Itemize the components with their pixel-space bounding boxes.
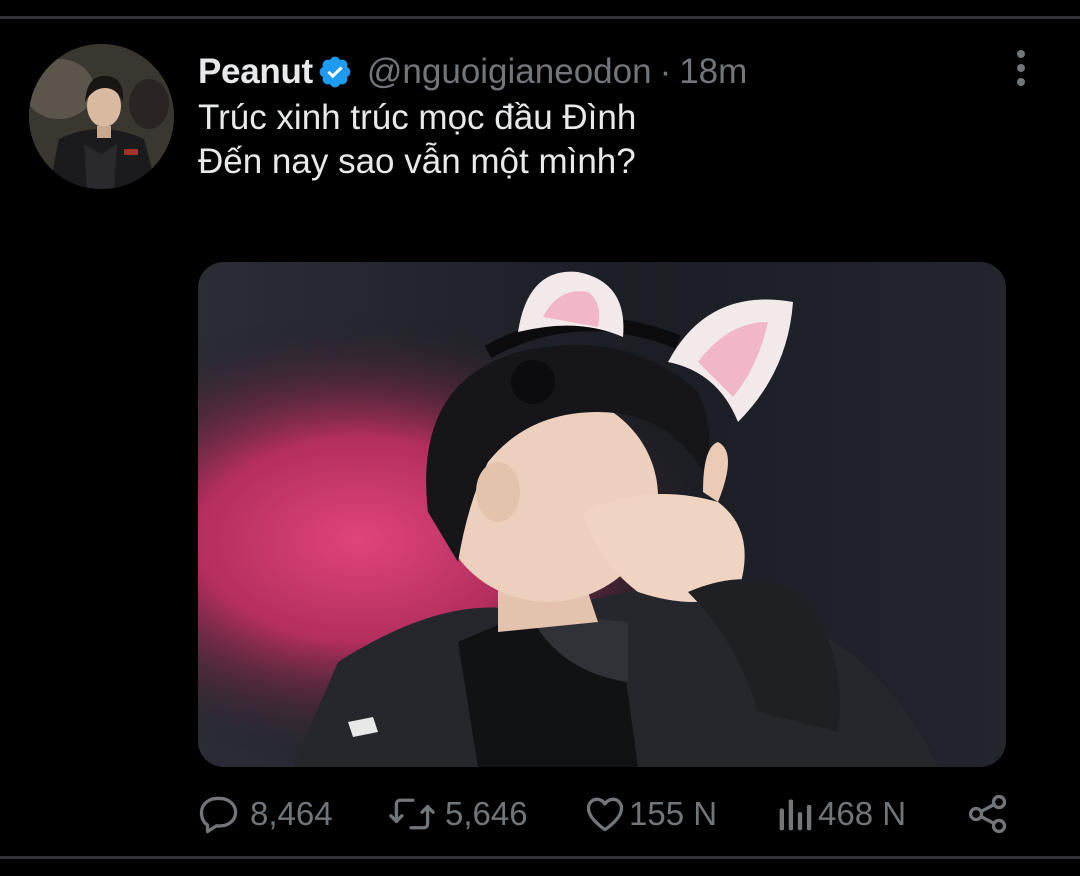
views-button[interactable]: 468 N (776, 788, 906, 840)
reply-button[interactable]: 8,464 (198, 788, 333, 840)
tweet-text-line: Trúc xinh trúc mọc đầu Đình (198, 98, 637, 137)
reply-count: 8,464 (250, 795, 333, 832)
more-dot (1017, 64, 1025, 72)
retweet-count: 5,646 (445, 795, 528, 832)
media-photo (198, 262, 1006, 767)
user-handle[interactable]: @nguoigianeodon (367, 52, 652, 92)
views-count: 468 N (818, 795, 907, 832)
verified-badge-icon (317, 54, 353, 90)
tweet-header: Peanut @nguoigianeodon · 18m (198, 50, 747, 94)
timestamp[interactable]: 18m (679, 52, 747, 92)
like-count: 155 N (629, 795, 718, 832)
top-divider (0, 16, 1080, 19)
separator-dot: · (659, 52, 672, 91)
heart-icon (586, 797, 624, 832)
share-icon (968, 794, 1007, 834)
tweet-actions: 8,464 5,646 155 N 468 N (198, 788, 1018, 840)
tweet-media-image[interactable] (198, 262, 1006, 767)
more-options-icon[interactable] (1008, 50, 1034, 86)
tweet-text: Trúc xinh trúc mọc đầu Đình Đến nay sao … (198, 96, 1018, 184)
share-button[interactable] (966, 788, 1010, 840)
more-dot (1017, 50, 1025, 58)
retweet-icon (389, 798, 435, 830)
display-name[interactable]: Peanut (198, 52, 313, 92)
avatar[interactable] (29, 44, 174, 189)
more-dot (1017, 78, 1025, 86)
tweet-text-line: Đến nay sao vẫn một mình? (198, 142, 636, 181)
reply-icon (199, 796, 238, 834)
retweet-button[interactable]: 5,646 (387, 788, 528, 840)
views-chart-icon (779, 799, 812, 831)
like-button[interactable]: 155 N (583, 788, 717, 840)
bottom-divider (0, 856, 1080, 859)
avatar-photo (29, 44, 174, 189)
